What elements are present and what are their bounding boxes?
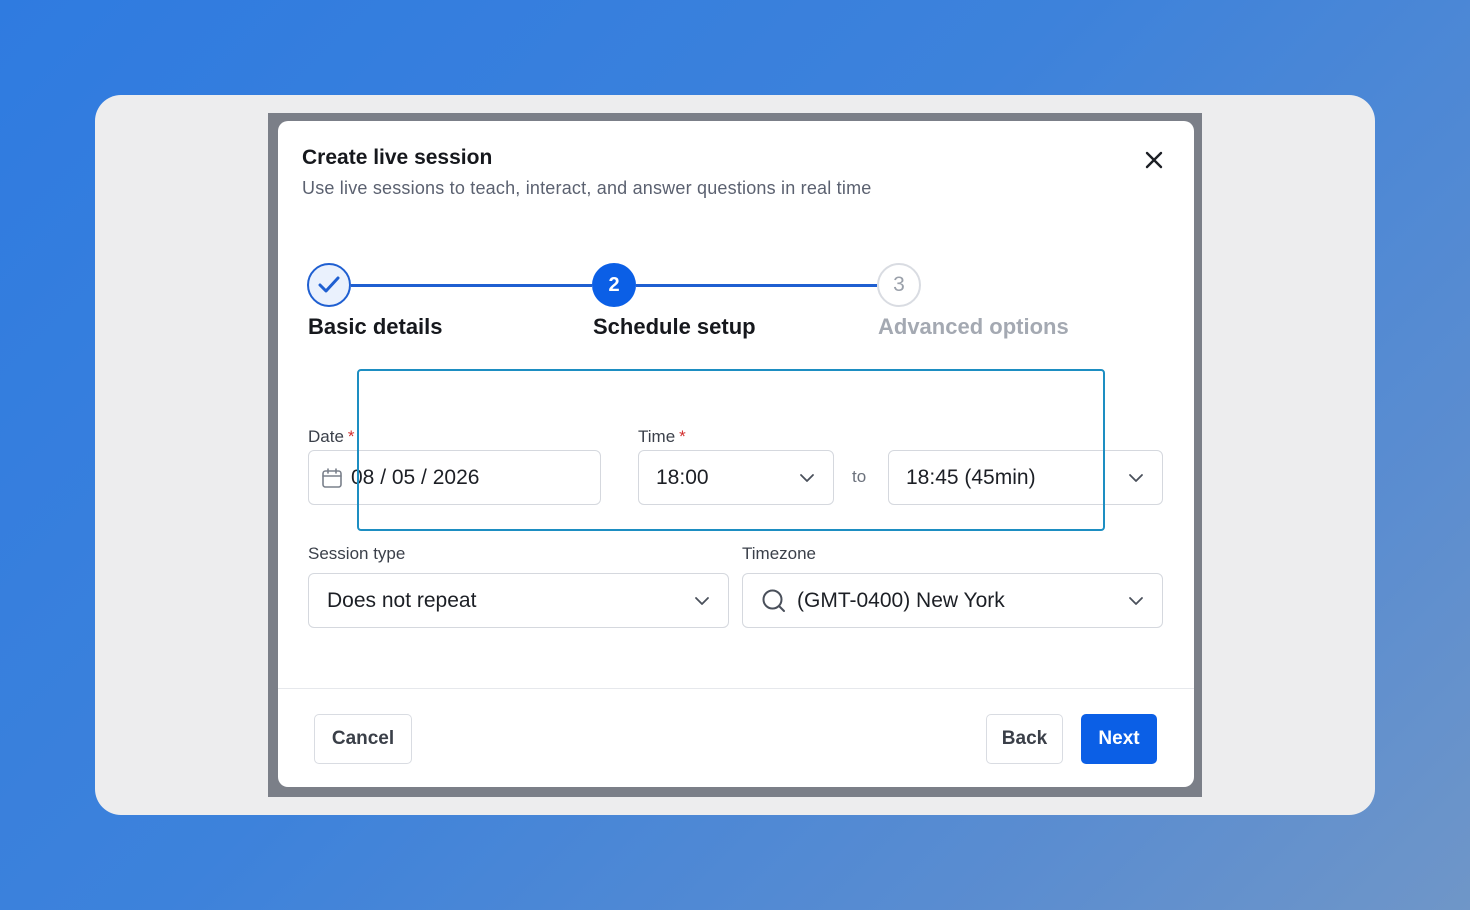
date-input[interactable]: 08 / 05 / 2026 xyxy=(308,450,601,505)
session-type-value: Does not repeat xyxy=(327,588,477,612)
back-button[interactable]: Back xyxy=(986,714,1063,764)
close-icon xyxy=(1145,151,1163,169)
step-3-label: Advanced options xyxy=(878,314,1069,339)
timezone-select[interactable]: (GMT-0400) New York xyxy=(742,573,1163,628)
step-1-label: Basic details xyxy=(308,314,443,339)
time-required-mark: * xyxy=(679,427,686,446)
next-button[interactable]: Next xyxy=(1081,714,1157,764)
step-3-indicator: 3 xyxy=(877,263,921,307)
footer-divider xyxy=(278,688,1194,689)
calendar-icon xyxy=(322,467,342,488)
checkmark-icon xyxy=(318,276,340,293)
step-2-label: Schedule setup xyxy=(593,314,756,339)
date-label: Date * xyxy=(308,427,355,447)
date-value: 08 / 05 / 2026 xyxy=(351,465,480,489)
dialog-title: Create live session xyxy=(302,146,493,169)
time-label-text: Time xyxy=(638,427,676,446)
chevron-down-icon xyxy=(1129,473,1143,482)
date-label-text: Date xyxy=(308,427,344,446)
stepper-connector-2 xyxy=(636,284,877,287)
chevron-down-icon xyxy=(695,596,709,605)
date-required-mark: * xyxy=(347,427,355,446)
end-time-value: 18:45 (45min) xyxy=(906,465,1036,489)
session-type-select[interactable]: Does not repeat xyxy=(308,573,729,628)
dialog-subtitle: Use live sessions to teach, interact, an… xyxy=(302,178,872,198)
cancel-button[interactable]: Cancel xyxy=(314,714,412,764)
start-time-select[interactable]: 18:00 xyxy=(638,450,834,505)
time-label: Time * xyxy=(638,427,686,447)
step-2-indicator: 2 xyxy=(592,263,636,307)
close-button[interactable] xyxy=(1140,146,1168,174)
start-time-value: 18:00 xyxy=(656,465,709,489)
session-type-label: Session type xyxy=(308,544,406,563)
timezone-value: (GMT-0400) New York xyxy=(797,588,1005,612)
search-icon xyxy=(762,589,785,612)
end-time-select[interactable]: 18:45 (45min) xyxy=(888,450,1163,505)
step-1-indicator xyxy=(307,263,351,307)
chevron-down-icon xyxy=(1129,596,1143,605)
stepper-connector-1 xyxy=(351,284,592,287)
chevron-down-icon xyxy=(800,473,814,482)
time-range-separator: to xyxy=(852,467,867,486)
timezone-label: Timezone xyxy=(742,544,817,563)
